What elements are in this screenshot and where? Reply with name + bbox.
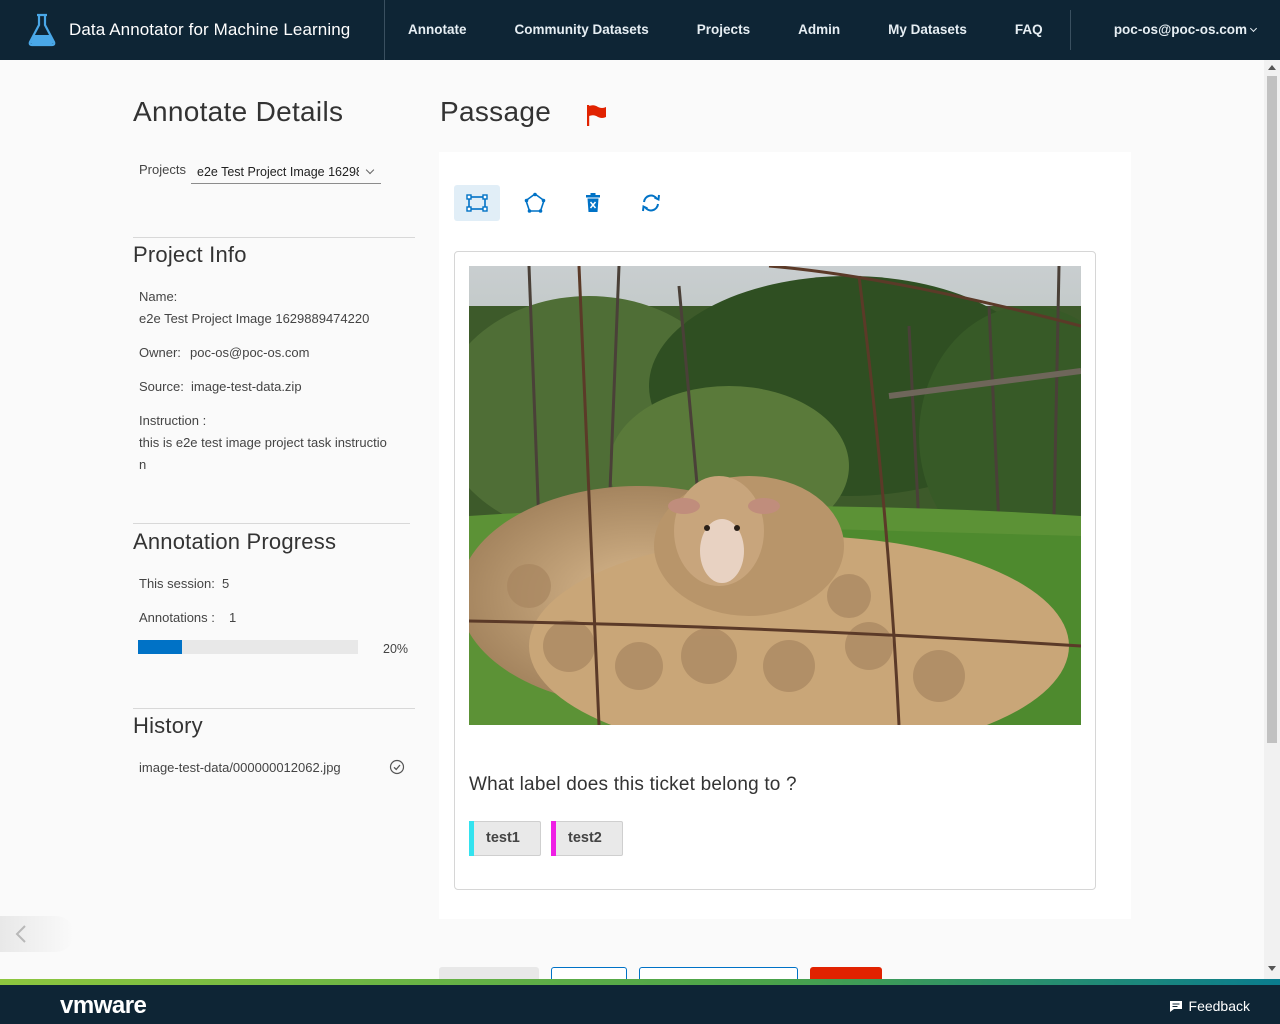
divider	[133, 708, 415, 709]
annotations-label: Annotations :	[139, 610, 215, 625]
user-email: poc-os@poc-os.com	[1113, 22, 1247, 37]
divider	[133, 237, 415, 238]
sheep-photo	[469, 266, 1081, 725]
page-scrollbar[interactable]	[1264, 60, 1280, 979]
history-heading: History	[133, 713, 203, 738]
nav-annotate[interactable]: Annotate	[385, 0, 491, 60]
sidebar-title: Annotate Details	[133, 96, 344, 127]
label-text: test2	[568, 830, 602, 846]
polygon-tool[interactable]	[512, 185, 558, 221]
progress-bar	[138, 640, 358, 654]
vmware-logo: vmware	[60, 992, 147, 1019]
nav-admin[interactable]: Admin	[774, 0, 864, 60]
footer	[0, 985, 1280, 1024]
projects-label: Projects	[139, 162, 186, 177]
delete-tool[interactable]	[570, 185, 616, 221]
label-text: test1	[486, 830, 520, 846]
passage-title: Passage	[440, 96, 552, 127]
refresh-icon	[642, 194, 660, 212]
chevron-left-icon	[15, 925, 26, 943]
trash-icon	[586, 193, 600, 212]
source-value: image-test-data.zip	[191, 379, 302, 394]
label-color-bar	[469, 821, 474, 856]
project-select[interactable]: e2e Test Project Image 1629889474220	[191, 160, 381, 184]
app-brand[interactable]: Data Annotator for Machine Learning	[0, 0, 385, 60]
question-text: What label does this ticket belong to ?	[469, 774, 797, 795]
scroll-up-icon[interactable]	[1268, 65, 1276, 70]
source-label: Source:	[139, 379, 184, 394]
scroll-down-icon[interactable]	[1268, 966, 1276, 971]
progress-fill	[138, 640, 182, 654]
instruction-text-wrap: n	[139, 457, 147, 472]
feedback-icon	[1169, 1000, 1182, 1012]
project-info-heading: Project Info	[133, 242, 247, 267]
top-nav-bar: Data Annotator for Machine Learning Anno…	[0, 0, 1280, 60]
instruction-label: Instruction :	[139, 413, 207, 428]
instruction-text: this is e2e test image project task inst…	[139, 435, 387, 450]
polygon-icon	[524, 192, 546, 213]
chevron-down-icon	[365, 165, 375, 175]
app-title: Data Annotator for Machine Learning	[69, 20, 351, 39]
flask-icon	[28, 13, 56, 47]
session-label: This session:	[139, 576, 215, 591]
divider	[133, 523, 410, 524]
label-option-test2[interactable]: test2	[551, 821, 623, 856]
nav-my-datasets[interactable]: My Datasets	[864, 0, 991, 60]
owner-label: Owner:	[139, 345, 181, 360]
chevron-down-icon	[1249, 24, 1258, 33]
nav-projects[interactable]: Projects	[673, 0, 774, 60]
nav-community-datasets[interactable]: Community Datasets	[491, 0, 673, 60]
label-color-bar	[551, 821, 556, 856]
label-option-test1[interactable]: test1	[469, 821, 541, 856]
user-menu[interactable]: poc-os@poc-os.com	[1113, 0, 1258, 60]
collapse-sidebar-button[interactable]	[0, 916, 74, 952]
main-nav: Annotate Community Datasets Projects Adm…	[385, 0, 1071, 60]
session-value: 5	[222, 576, 230, 591]
scroll-thumb[interactable]	[1267, 76, 1277, 743]
nav-faq[interactable]: FAQ	[991, 0, 1067, 60]
annotation-image[interactable]	[469, 266, 1081, 725]
history-item[interactable]: image-test-data/000000012062.jpg	[139, 760, 341, 775]
name-label: Name:	[139, 289, 178, 304]
annotations-value: 1	[229, 610, 237, 625]
project-select-value: e2e Test Project Image 1629889474220	[197, 165, 359, 179]
check-circle-icon	[389, 759, 405, 775]
annotation-progress-heading: Annotation Progress	[133, 529, 337, 554]
reset-tool[interactable]	[628, 185, 674, 221]
owner-value: poc-os@poc-os.com	[190, 345, 310, 360]
nav-divider	[1069, 10, 1071, 50]
flag-icon[interactable]	[585, 103, 607, 127]
name-value: e2e Test Project Image 1629889474220	[139, 311, 370, 326]
bounding-box-tool[interactable]	[454, 185, 500, 221]
feedback-button[interactable]: Feedback	[1169, 998, 1250, 1014]
bounding-box-icon	[466, 194, 488, 212]
progress-percent: 20%	[383, 642, 409, 656]
